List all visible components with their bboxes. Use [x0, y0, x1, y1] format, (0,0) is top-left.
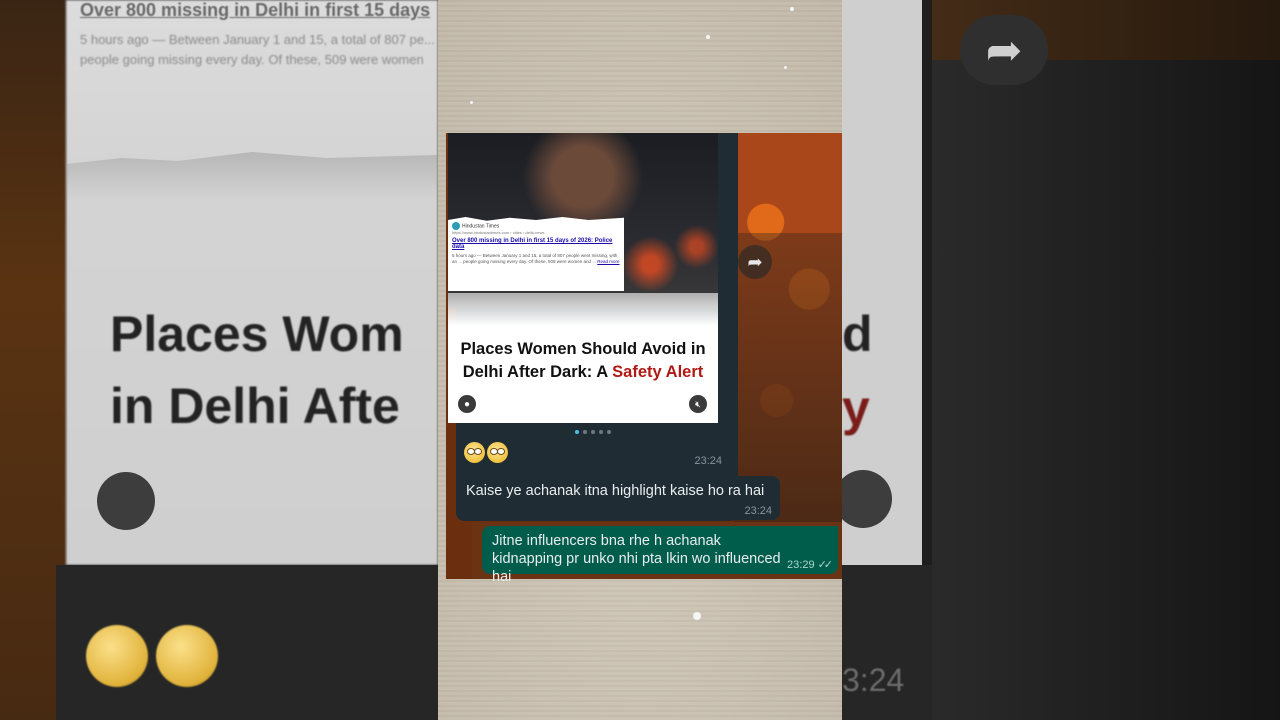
carousel-dot	[583, 430, 587, 434]
message-text: Jitne influencers bna rhe h achanak kidn…	[492, 533, 781, 585]
news-snippet: 5 hours ago — Between January 1 and 15, …	[452, 253, 620, 264]
carousel-dot	[575, 430, 579, 434]
bg-headline: Over 800 missing in Delhi in first 15 da…	[80, 0, 431, 20]
media-thumbnail[interactable]: Hindustan Times https://www.hindustantim…	[448, 133, 718, 423]
bg-time: 3:24	[842, 662, 905, 698]
bg-avatar-icon	[97, 472, 155, 530]
bg-emoji-icon	[86, 625, 148, 687]
news-logo-icon	[452, 222, 460, 230]
carousel-dot	[591, 430, 595, 434]
message-time: 23:24	[694, 455, 722, 467]
bg-big-title: Places Wom in Delhi Afte	[110, 306, 404, 434]
news-headline: Over 800 missing in Delhi in first 15 da…	[452, 238, 613, 250]
bg-mute-icon	[834, 470, 892, 528]
mute-icon[interactable]: 🔇︎	[689, 395, 707, 413]
read-more-link: Read more	[597, 259, 620, 264]
bg-right-panel	[932, 0, 1280, 720]
dust-speck	[470, 101, 473, 104]
carousel-dots	[575, 430, 611, 434]
news-clipping: Hindustan Times https://www.hindustantim…	[448, 217, 624, 291]
rolling-eyes-emoji-icon	[464, 442, 485, 463]
carousel-dot	[599, 430, 603, 434]
dust-speck	[693, 612, 701, 620]
bg-snippet: 5 hours ago — Between January 1 and 15, …	[80, 32, 435, 67]
forward-icon[interactable]: ➦	[738, 245, 772, 279]
message-time: 23:29	[787, 558, 815, 571]
chat-area: Hindustan Times https://www.hindustantim…	[438, 0, 842, 720]
screen: Over 800 missing in Delhi in first 15 da…	[0, 0, 1280, 720]
bg-emoji-icon	[156, 625, 218, 687]
message-time: 23:24	[744, 505, 772, 517]
message-text: Kaise ye achanak itna highlight kaise ho…	[466, 483, 765, 499]
dust-speck	[784, 66, 787, 69]
bg-big-title-right: d	[842, 306, 873, 362]
bg-forward-icon: ➦	[960, 15, 1048, 85]
bg-big-title-right-red: y	[842, 380, 870, 436]
media-caption: 23:24	[456, 437, 730, 472]
read-receipt-icon: ✓✓	[817, 559, 834, 571]
emoji-reaction	[464, 442, 508, 463]
rolling-eyes-emoji-icon	[487, 442, 508, 463]
news-source: Hindustan Times	[462, 223, 500, 230]
carousel-dot	[607, 430, 611, 434]
outgoing-message[interactable]: Jitne influencers bna rhe h achanak kidn…	[482, 526, 838, 585]
dust-speck	[706, 35, 710, 39]
person-icon[interactable]: ●	[458, 395, 476, 413]
dust-speck	[790, 7, 794, 11]
media-title: Places Women Should Avoid in Delhi After…	[460, 340, 706, 381]
news-url: https://www.hindustantimes.com › cities …	[452, 230, 545, 235]
incoming-message[interactable]: Kaise ye achanak itna highlight kaise ho…	[456, 476, 780, 520]
